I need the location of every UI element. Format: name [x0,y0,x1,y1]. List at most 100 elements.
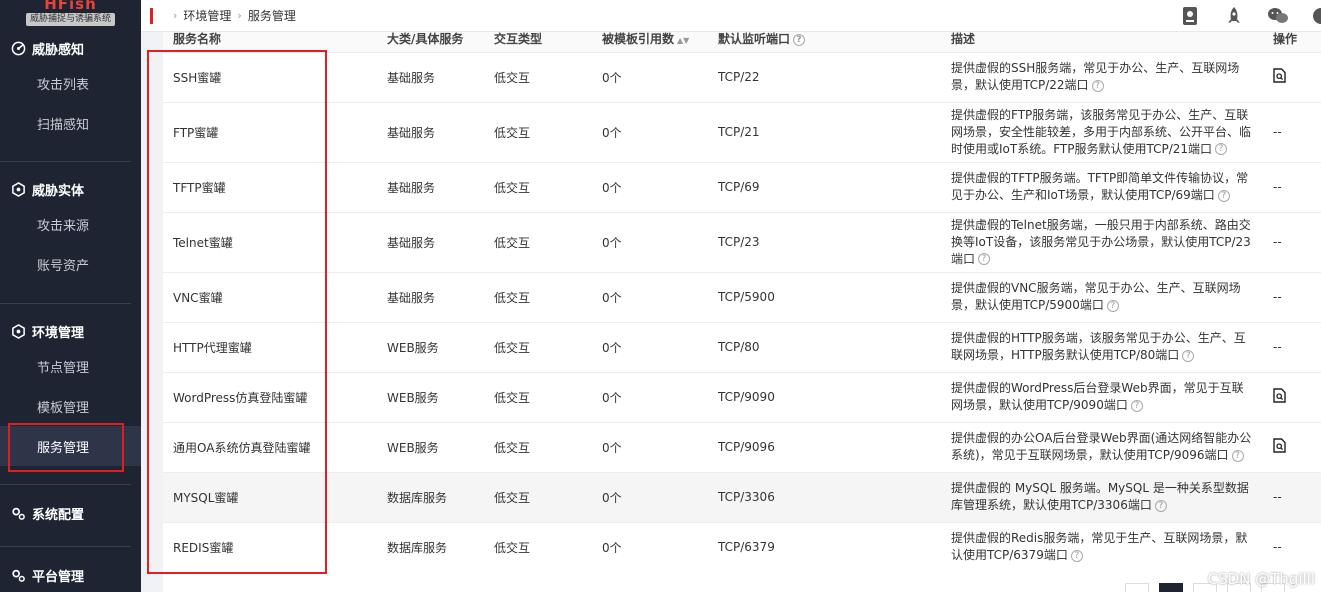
column-header-interaction: 交互类型 [484,32,592,52]
view-detail-icon[interactable] [1273,68,1286,86]
help-icon[interactable]: ? [1130,399,1143,412]
help-icon[interactable]: ? [793,33,806,46]
column-header-desc: 描述 [941,32,1263,52]
user-avatar-icon[interactable] [1311,5,1321,27]
cell-interaction: 低交互 [484,161,592,212]
cell-operation: -- [1263,161,1321,212]
pagination-prev[interactable] [1125,583,1149,592]
cell-port: TCP/5900 [708,271,941,322]
help-icon[interactable]: ? [1182,349,1195,362]
cell-description: 提供虚假的FTP服务端，该服务常见于办公、生产、互联网场景，安全性能较差，多用于… [941,101,1263,162]
divider [0,484,131,485]
cell-description: 提供虚假的Redis服务端，常见于生产、互联网场景，默认使用TCP/6379端口… [941,521,1263,572]
cell-description: 提供虚假的WordPress后台登录Web界面，常见于互联网场景，默认使用TCP… [941,371,1263,422]
nav-head-label: 系统配置 [32,507,85,523]
radar-icon [10,40,26,56]
cell-port: TCP/3306 [708,471,941,522]
table-row: REDIS蜜罐 数据库服务 低交互 0个 TCP/6379 提供虚假的Redis服务端，常… [163,521,1321,572]
cell-interaction: 低交互 [484,471,592,522]
sidebar-item-scan-perception[interactable]: 扫描感知 [0,103,141,143]
operation-empty: -- [1273,235,1282,249]
cell-refs: 0个 [592,371,708,422]
cell-category: WEB服务 [377,371,484,422]
nav-head-label: 环境管理 [32,325,85,341]
cell-category: WEB服务 [377,321,484,372]
help-icon[interactable]: ? [1215,143,1228,155]
cell-description: 提供虚假的办公OA后台登录Web界面(通达网络智能办公系统)，常见于互联网场景，… [941,421,1263,472]
cell-interaction: 低交互 [484,271,592,322]
help-icon[interactable]: ? [1154,499,1167,512]
help-icon[interactable]: ? [1106,299,1119,312]
sidebar-item-attack-list[interactable]: 攻击列表 [0,63,141,103]
nav-head-system-config[interactable]: 系统配置 [0,498,141,528]
table-row: WordPress仿真登陆蜜罐 WEB服务 低交互 0个 TCP/9090 提供虚假的Wo… [163,371,1321,422]
cell-category: 数据库服务 [377,521,484,572]
column-header-port-label: 默认监听端口 [718,32,791,46]
cell-port: TCP/9096 [708,421,941,472]
cell-description: 提供虚假的VNC服务端，常见于办公、生产、互联网场景，默认使用TCP/5900端… [941,271,1263,322]
nav-group-platform-management: 平台管理 [0,560,141,590]
divider [0,546,131,547]
sidebar-item-account-assets[interactable]: 账号资产 [0,244,141,284]
breadcrumb-item-service: 服务管理 [247,9,296,23]
operation-empty: -- [1273,340,1282,354]
cell-interaction: 低交互 [484,101,592,162]
help-icon[interactable]: ? [1091,79,1104,92]
cell-interaction: 低交互 [484,51,592,102]
help-icon[interactable]: ? [1231,449,1244,462]
help-icon[interactable]: ? [978,253,991,265]
wechat-icon[interactable] [1267,5,1289,27]
description-text: 提供虚假的TFTP服务端。TFTP即简单文件传输协议，常见于办公、生产和IoT场… [951,171,1249,202]
table-row: HTTP代理蜜罐 WEB服务 低交互 0个 TCP/80 提供虚假的HTTP服务端，该服务… [163,321,1321,372]
nav-head-platform-management[interactable]: 平台管理 [0,560,141,590]
cell-category: 基础服务 [377,271,484,322]
cell-refs: 0个 [592,101,708,162]
cell-interaction: 低交互 [484,421,592,472]
table-row: TFTP蜜罐 基础服务 低交互 0个 TCP/69 提供虚假的TFTP服务端。TFTP即简… [163,161,1321,212]
cell-interaction: 低交互 [484,371,592,422]
cell-category: 基础服务 [377,101,484,162]
sidebar: HFish 威胁捕捉与诱骗系统 威胁感知 攻击列表 扫描感知 威胁实体 攻击来源… [0,0,141,592]
sidebar-item-node-management[interactable]: 节点管理 [0,346,141,386]
sidebar-item-attack-source[interactable]: 攻击来源 [0,204,141,244]
cell-description: 提供虚假的HTTP服务端，该服务常见于办公、生产、互联网场景，HTTP服务默认使… [941,321,1263,372]
cell-description: 提供虚假的 MySQL 服务端。MySQL 是一种关系型数据库管理系统，默认使用… [941,471,1263,522]
logo-subtitle: 威胁捕捉与诱骗系统 [25,13,115,26]
cell-description: 提供虚假的SSH服务端，常见于办公、生产、互联网场景，默认使用TCP/22端口? [941,51,1263,102]
nav-head-threat-perception[interactable]: 威胁感知 [0,33,141,63]
table-row: FTP蜜罐 基础服务 低交互 0个 TCP/21 提供虚假的FTP服务端，该服务常见于办公… [163,101,1321,162]
column-header-op: 操作 [1263,32,1321,52]
cell-port: TCP/9090 [708,371,941,422]
chevron-right-icon: › [173,9,178,22]
operation-empty: -- [1273,290,1282,304]
logo-title: HFish [44,0,97,10]
cell-port: TCP/6379 [708,521,941,572]
sort-icon[interactable]: ▲▼ [677,36,689,45]
cell-refs: 0个 [592,321,708,372]
nav-head-env-management[interactable]: 环境管理 [0,316,141,346]
highlight-box-sidebar [8,423,124,472]
help-icon[interactable]: ? [1070,549,1083,562]
cell-port: TCP/80 [708,321,941,372]
cell-port: TCP/21 [708,101,941,162]
hexagon-icon [10,181,26,197]
cell-refs: 0个 [592,161,708,212]
pagination-page-current[interactable] [1159,583,1183,592]
help-icon[interactable]: ? [1217,189,1230,202]
rocket-icon[interactable] [1223,5,1245,27]
view-detail-icon[interactable] [1273,438,1286,456]
cell-interaction: 低交互 [484,321,592,372]
nav-head-threat-entity[interactable]: 威胁实体 [0,174,141,204]
book-icon[interactable] [1179,5,1201,27]
table-row: 通用OA系统仿真登陆蜜罐 WEB服务 低交互 0个 TCP/9096 提供虚假的办公OA后… [163,421,1321,472]
divider [0,161,131,162]
view-detail-icon[interactable] [1273,388,1286,406]
sidebar-item-template-management[interactable]: 模板管理 [0,386,141,426]
breadcrumb-item-env[interactable]: 环境管理 [183,7,231,24]
column-header-refs[interactable]: 被模板引用数 ▲▼ [592,32,708,52]
breadcrumb: › 环境管理 › 服务管理 [167,7,296,24]
cell-refs: 0个 [592,271,708,322]
cell-port: TCP/69 [708,161,941,212]
description-text: 提供虚假的Telnet服务端，一般只用于内部系统、路由交换等IoT设备，该服务常… [951,217,1251,266]
nav-group-threat-perception: 威胁感知 攻击列表 扫描感知 [0,33,141,143]
